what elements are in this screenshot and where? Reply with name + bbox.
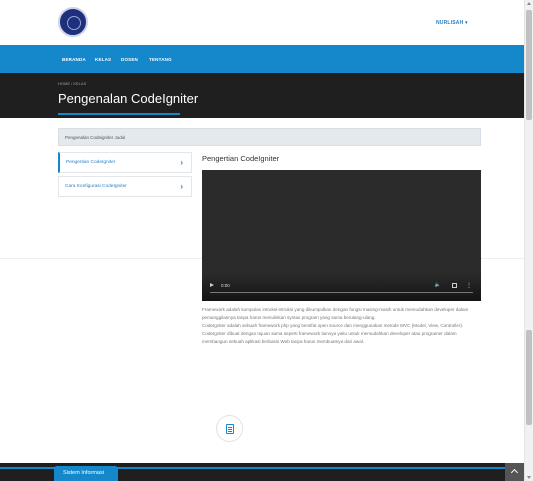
course-bar-label: Pengenalan Codeigniter Judul [65,135,126,140]
vertical-scrollbar[interactable] [524,0,533,481]
scroll-up-icon[interactable] [527,2,531,5]
fullscreen-icon[interactable] [452,283,457,288]
lesson-sidebar: Pengertian CodeIgniter › Cara Konfiguras… [58,152,192,200]
divider [0,258,202,259]
sidebar-item-label: Cara Konfigurasi CodeIgniter [65,184,127,189]
sidebar-item-label: Pengertian CodeIgniter [66,160,116,165]
university-logo[interactable] [58,7,88,37]
scroll-down-icon[interactable] [527,476,531,479]
scrollbar-thumb-secondary[interactable] [526,330,532,425]
page-title: Pengenalan CodeIgniter [58,91,199,106]
more-options-icon[interactable]: ⋮ [466,282,472,289]
volume-icon[interactable]: 🔈 [435,282,441,288]
sidebar-item-pengertian[interactable]: Pengertian CodeIgniter › [58,152,192,173]
document-icon [226,424,234,434]
chevron-right-icon: › [180,158,183,167]
video-controls: 0:00 🔈 ⋮ [202,273,481,301]
course-header-bar: Pengenalan Codeigniter Judul [58,128,481,146]
lesson-description: Framework adalah kumpulan intruksi-intru… [202,307,469,344]
breadcrumb-current[interactable]: KELAS [73,81,86,86]
scrollbar-thumb[interactable] [526,10,532,120]
divider [481,258,524,259]
video-time: 0:00 [221,283,230,288]
breadcrumb-home[interactable]: HOME [58,81,70,86]
document-button[interactable] [216,415,243,442]
nav-item-dosen[interactable]: DOSEN [121,57,138,62]
top-header: NURLISAH ▾ [0,0,524,45]
video-player[interactable]: 0:00 🔈 ⋮ [202,170,481,301]
breadcrumb: HOME / KELAS [58,81,86,86]
back-to-top-button[interactable] [505,463,524,481]
user-menu[interactable]: NURLISAH ▾ [436,20,468,26]
main-navbar: BERANDA KELAS DOSEN TENTANG [0,45,524,73]
info-tab-label: Sistem Informasi [63,470,104,476]
chevron-right-icon: › [180,182,183,191]
nav-item-beranda[interactable]: BERANDA [62,57,86,62]
nav-item-tentang[interactable]: TENTANG [149,57,172,62]
video-progress-bar[interactable] [210,292,473,293]
title-underline [58,113,180,115]
nav-item-kelas[interactable]: KELAS [95,57,111,62]
page-hero: HOME / KELAS Pengenalan CodeIgniter [0,73,524,118]
lesson-title: Pengertian CodeIgniter [202,154,280,163]
play-icon[interactable] [210,283,214,287]
sidebar-item-konfigurasi[interactable]: Cara Konfigurasi CodeIgniter › [58,176,192,197]
info-tab[interactable]: Sistem Informasi [54,466,118,481]
